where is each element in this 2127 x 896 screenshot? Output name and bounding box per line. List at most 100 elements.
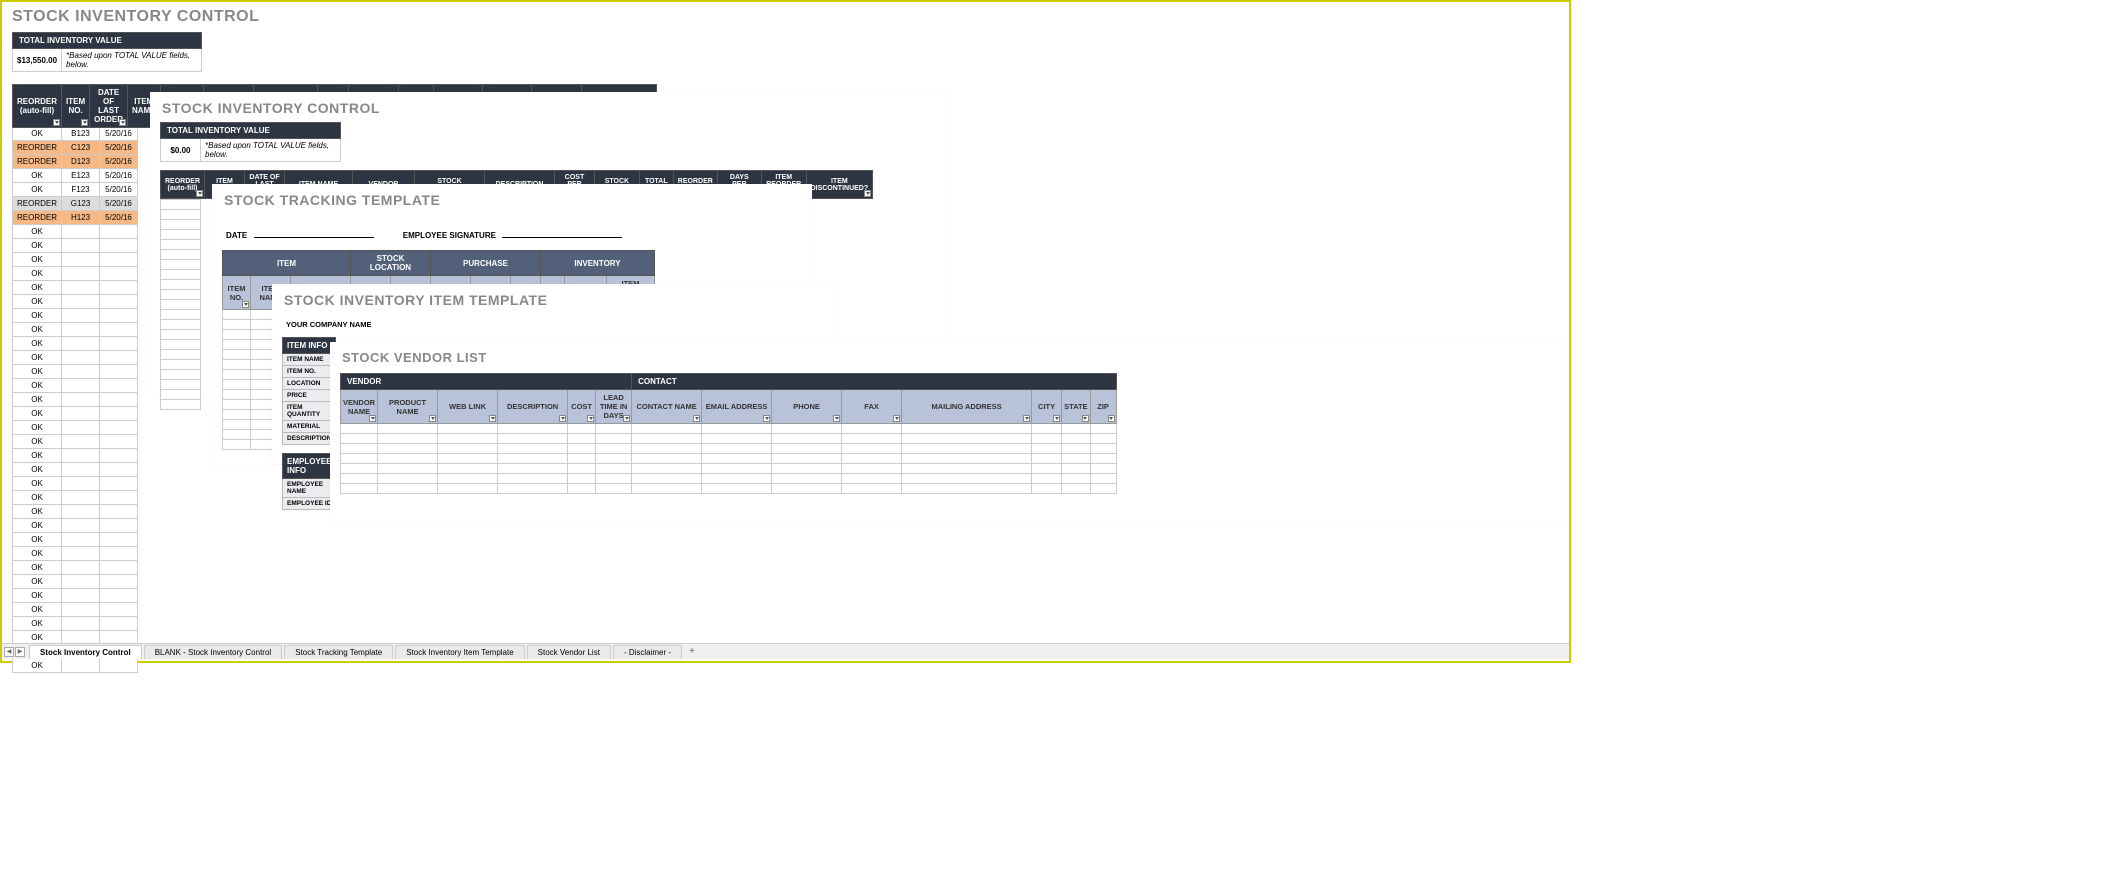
- l1-cell[interactable]: OK: [13, 617, 62, 631]
- l5-cell[interactable]: [596, 464, 632, 474]
- filter-dropdown-icon[interactable]: [369, 415, 376, 422]
- l1-cell[interactable]: OK: [13, 463, 62, 477]
- l1-cell[interactable]: OK: [13, 505, 62, 519]
- l1-cell[interactable]: [100, 309, 138, 323]
- l5-cell[interactable]: [1032, 484, 1062, 494]
- sheet-tab-4[interactable]: Stock Vendor List: [527, 645, 611, 659]
- l5-cell[interactable]: [1090, 454, 1116, 464]
- l3-cell[interactable]: [223, 330, 251, 340]
- l1-cell[interactable]: [62, 491, 100, 505]
- l5-cell[interactable]: [1062, 434, 1090, 444]
- l5-cell[interactable]: [842, 464, 902, 474]
- l5-cell[interactable]: [1062, 474, 1090, 484]
- l1-cell[interactable]: REORDER: [13, 141, 62, 155]
- l1-cell[interactable]: OK: [13, 519, 62, 533]
- l2-cell[interactable]: [161, 210, 201, 220]
- l1-cell[interactable]: 5/20/16: [100, 141, 138, 155]
- l1-cell[interactable]: [62, 463, 100, 477]
- l1-cell[interactable]: [62, 393, 100, 407]
- l1-cell[interactable]: OK: [13, 225, 62, 239]
- sheet-tab-2[interactable]: Stock Tracking Template: [284, 645, 393, 659]
- l5-cell[interactable]: [902, 454, 1032, 464]
- l1-cell[interactable]: [62, 281, 100, 295]
- l1-cell[interactable]: OK: [13, 435, 62, 449]
- l1-cell[interactable]: [62, 239, 100, 253]
- l1-cell[interactable]: E123: [62, 169, 100, 183]
- l1-cell[interactable]: [100, 477, 138, 491]
- l1-cell[interactable]: [62, 659, 100, 673]
- l1-cell[interactable]: [62, 323, 100, 337]
- l1-cell[interactable]: [100, 365, 138, 379]
- l1-cell[interactable]: [100, 267, 138, 281]
- l5-cell[interactable]: [1032, 454, 1062, 464]
- filter-dropdown-icon[interactable]: [119, 119, 126, 126]
- l1-cell[interactable]: 5/20/16: [100, 211, 138, 225]
- filter-dropdown-icon[interactable]: [893, 415, 900, 422]
- l1-cell[interactable]: [100, 421, 138, 435]
- l5-cell[interactable]: [341, 444, 378, 454]
- l5-cell[interactable]: [632, 444, 702, 454]
- sheet-tab-5[interactable]: - Disclaimer -: [613, 645, 682, 659]
- l1-cell[interactable]: H123: [62, 211, 100, 225]
- l5-subhdr-11[interactable]: CITY: [1032, 390, 1062, 424]
- l5-cell[interactable]: [772, 434, 842, 444]
- l5-cell[interactable]: [1032, 434, 1062, 444]
- l5-cell[interactable]: [702, 484, 772, 494]
- l1-cell[interactable]: OK: [13, 589, 62, 603]
- l5-cell[interactable]: [341, 474, 378, 484]
- l5-subhdr-12[interactable]: STATE: [1062, 390, 1090, 424]
- l5-cell[interactable]: [568, 424, 596, 434]
- l5-cell[interactable]: [632, 474, 702, 484]
- filter-dropdown-icon[interactable]: [559, 415, 566, 422]
- l3-cell[interactable]: [223, 400, 251, 410]
- l2-cell[interactable]: [161, 290, 201, 300]
- filter-dropdown-icon[interactable]: [242, 301, 249, 308]
- sheet-tab-1[interactable]: BLANK - Stock Inventory Control: [144, 645, 283, 659]
- l1-cell[interactable]: OK: [13, 351, 62, 365]
- l1-cell[interactable]: [100, 589, 138, 603]
- l1-cell[interactable]: [62, 575, 100, 589]
- l1-cell[interactable]: [62, 589, 100, 603]
- l5-cell[interactable]: [341, 434, 378, 444]
- l1-cell[interactable]: 5/20/16: [100, 197, 138, 211]
- l5-cell[interactable]: [1032, 424, 1062, 434]
- tab-scroll-right-icon[interactable]: ▶: [15, 647, 25, 657]
- l1-cell[interactable]: OK: [13, 379, 62, 393]
- l1-cell[interactable]: OK: [13, 281, 62, 295]
- l5-subhdr-4[interactable]: COST: [568, 390, 596, 424]
- l5-cell[interactable]: [596, 444, 632, 454]
- l1-cell[interactable]: [100, 575, 138, 589]
- l2-cell[interactable]: [161, 260, 201, 270]
- sig-input[interactable]: [502, 228, 622, 238]
- l1-cell[interactable]: 5/20/16: [100, 127, 138, 141]
- l5-cell[interactable]: [772, 474, 842, 484]
- l5-subhdr-3[interactable]: DESCRIPTION: [498, 390, 568, 424]
- l2-cell[interactable]: [161, 220, 201, 230]
- l2-cell[interactable]: [161, 250, 201, 260]
- l1-cell[interactable]: [100, 253, 138, 267]
- l5-cell[interactable]: [438, 474, 498, 484]
- l1-cell[interactable]: OK: [13, 323, 62, 337]
- l5-cell[interactable]: [498, 424, 568, 434]
- l1-cell[interactable]: [62, 295, 100, 309]
- sheet-tab-3[interactable]: Stock Inventory Item Template: [395, 645, 524, 659]
- filter-dropdown-icon[interactable]: [833, 415, 840, 422]
- l3-cell[interactable]: [223, 420, 251, 430]
- l5-subhdr-8[interactable]: PHONE: [772, 390, 842, 424]
- l2-header-13[interactable]: ITEM DISCONTINUED?: [806, 171, 873, 199]
- l1-cell[interactable]: OK: [13, 393, 62, 407]
- l5-cell[interactable]: [596, 424, 632, 434]
- l1-cell[interactable]: [62, 337, 100, 351]
- l5-cell[interactable]: [378, 464, 438, 474]
- l3-cell[interactable]: [223, 430, 251, 440]
- l5-cell[interactable]: [902, 444, 1032, 454]
- l5-cell[interactable]: [902, 434, 1032, 444]
- filter-dropdown-icon[interactable]: [864, 190, 871, 197]
- filter-dropdown-icon[interactable]: [196, 190, 203, 197]
- l2-cell[interactable]: [161, 320, 201, 330]
- l2-cell[interactable]: [161, 280, 201, 290]
- l5-cell[interactable]: [378, 434, 438, 444]
- l2-cell[interactable]: [161, 230, 201, 240]
- l5-cell[interactable]: [1032, 464, 1062, 474]
- l3-cell[interactable]: [223, 340, 251, 350]
